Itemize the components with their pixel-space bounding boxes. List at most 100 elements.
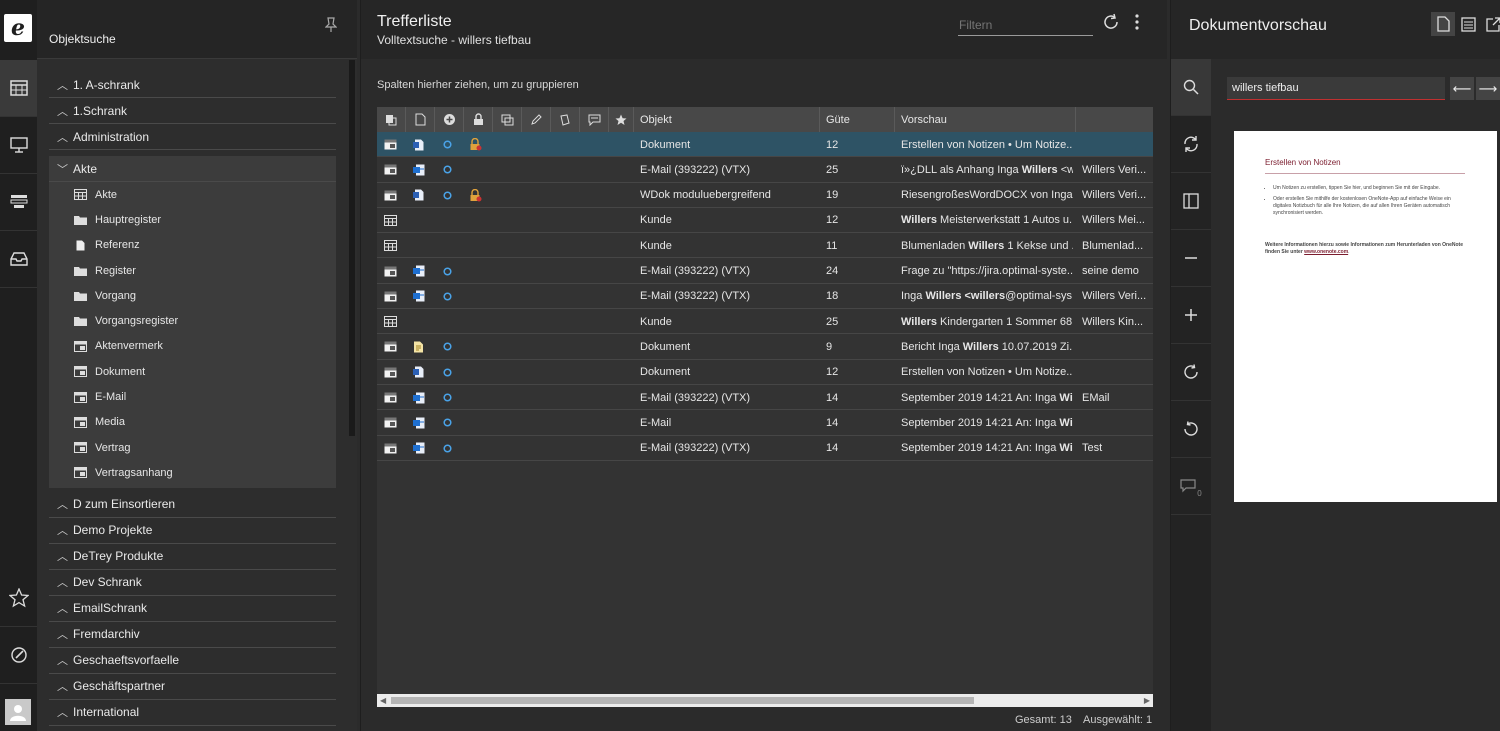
- zoom-out-icon[interactable]: [1171, 230, 1211, 287]
- col-notes-icon[interactable]: [551, 107, 580, 132]
- tree-child-vertrag[interactable]: Vertrag: [49, 435, 336, 460]
- cell-vorschau: September 2019 14:21 An: Inga Wi...: [901, 442, 1073, 455]
- grid-horizontal-scrollbar[interactable]: ◀ ▶: [377, 694, 1153, 707]
- tree-node[interactable]: ︿ Geschäftspartner: [49, 674, 336, 700]
- edit-circle-icon[interactable]: [0, 627, 37, 684]
- tree-child-referenz[interactable]: Referenz: [49, 233, 336, 258]
- arrow-right-icon[interactable]: ⟶: [1476, 77, 1500, 100]
- col-type-icon[interactable]: [377, 107, 406, 132]
- col-extra-header[interactable]: [1076, 107, 1153, 132]
- table-row[interactable]: WDok moduluebergreifend 19 RiesengroßesWor…: [377, 183, 1153, 208]
- table-icon[interactable]: [0, 60, 37, 117]
- refresh-icon[interactable]: [1102, 13, 1120, 36]
- star-icon[interactable]: [0, 570, 37, 627]
- result-list-panel: Trefferliste Volltextsuche - willers tie…: [360, 0, 1167, 731]
- index-data-icon[interactable]: [1456, 12, 1480, 36]
- total-count: Gesamt: 13: [1015, 714, 1072, 726]
- tree-child-vorgangsregister[interactable]: Vorgangsregister: [49, 308, 336, 333]
- col-guete-header[interactable]: Güte: [820, 107, 895, 132]
- tree-node[interactable]: ︿ Administration: [49, 124, 336, 150]
- word-document-icon: [413, 183, 424, 208]
- tree-node[interactable]: ︿ Geschaeftsvorfaelle: [49, 648, 336, 674]
- tree-node[interactable]: ︿ Demo Projekte: [49, 518, 336, 544]
- app-logo[interactable]: e: [4, 14, 32, 42]
- chevron-up-icon: ︿: [57, 629, 68, 642]
- cell-extra: Willers Kin...: [1082, 315, 1144, 328]
- cell-guete: 12: [826, 366, 839, 379]
- open-external-icon[interactable]: [1481, 12, 1500, 36]
- form-icon: [384, 284, 397, 309]
- inbox-icon[interactable]: [0, 231, 37, 288]
- search-icon[interactable]: [1171, 59, 1211, 116]
- tree-node-akte[interactable]: ﹀ Akte: [49, 156, 336, 182]
- table-row[interactable]: Kunde 12 Willers Meisterwerkstatt 1 Autos …: [377, 208, 1153, 234]
- tree-node[interactable]: ︿ 1.Schrank: [49, 98, 336, 124]
- col-copy-icon[interactable]: [493, 107, 522, 132]
- tree-child-vorgang[interactable]: Vorgang: [49, 283, 336, 308]
- table-row[interactable]: E-Mail (393222) (VTX) 14 September 2019 14…: [377, 385, 1153, 411]
- tree-child-dokument[interactable]: Dokument: [49, 359, 336, 384]
- col-star-icon[interactable]: [609, 107, 634, 132]
- tree-scrollbar[interactable]: [349, 60, 355, 436]
- stack-icon[interactable]: [0, 174, 37, 231]
- tree-node[interactable]: ︿ International: [49, 700, 336, 726]
- zoom-in-icon[interactable]: [1171, 287, 1211, 344]
- tree-child-aktenvermerk[interactable]: Aktenvermerk: [49, 334, 336, 359]
- tree-node[interactable]: ︿ DeTrey Produkte: [49, 544, 336, 570]
- col-objekt-header[interactable]: Objekt: [634, 107, 820, 132]
- tree-child-media[interactable]: Media: [49, 410, 336, 435]
- table-icon: [384, 208, 397, 233]
- tree-child-hauptregister[interactable]: Hauptregister: [49, 207, 336, 232]
- tree-node[interactable]: ︿ Fremdarchiv: [49, 622, 336, 648]
- comments-icon[interactable]: 0: [1171, 458, 1211, 515]
- pin-icon[interactable]: [324, 17, 338, 38]
- table-row[interactable]: Kunde 11 Blumenladen Willers 1 Kekse und .…: [377, 233, 1153, 259]
- col-plus-circle-icon[interactable]: [435, 107, 464, 132]
- col-lock-icon[interactable]: [464, 107, 493, 132]
- table-row[interactable]: E-Mail 14 September 2019 14:21 An: Inga Wi…: [377, 410, 1153, 436]
- table-row[interactable]: Kunde 25 Willers Kindergarten 1 Sommer 68.…: [377, 309, 1153, 335]
- sync-icon[interactable]: [1171, 116, 1211, 173]
- tree-child-e-mail[interactable]: E-Mail: [49, 384, 336, 409]
- monitor-icon[interactable]: [0, 117, 37, 174]
- tree-node[interactable]: ︿ 1. A-schrank: [49, 72, 336, 98]
- doc-bullet: Oder erstellen Sie mithilfe der kostenlo…: [1273, 196, 1468, 217]
- table-row[interactable]: Dokument 12 Erstellen von Notizen • Um Not…: [377, 132, 1153, 158]
- sidebar-toggle-icon[interactable]: [1171, 173, 1211, 230]
- tree-child-vertragsanhang[interactable]: Vertragsanhang: [49, 460, 336, 485]
- table-row[interactable]: E-Mail (393222) (VTX) 25 ï»¿DLL als Anhang…: [377, 157, 1153, 183]
- table-row[interactable]: Dokument 12 Erstellen von Notizen • Um Not…: [377, 360, 1153, 385]
- table-row[interactable]: E-Mail (393222) (VTX) 14 September 2019 14…: [377, 436, 1153, 461]
- col-document-icon[interactable]: [406, 107, 435, 132]
- table-row[interactable]: E-Mail (393222) (VTX) 18 Inga Willers <wil…: [377, 284, 1153, 310]
- preview-search-input[interactable]: [1227, 77, 1445, 100]
- document-view-icon[interactable]: [1431, 12, 1455, 36]
- scroll-left-icon[interactable]: ◀: [380, 696, 386, 705]
- doc-link[interactable]: www.onenote.com: [1304, 249, 1348, 255]
- tree-node[interactable]: ︿ D zum Einsortieren: [49, 492, 336, 518]
- cell-extra: Blumenlad...: [1082, 239, 1144, 252]
- tree-node[interactable]: ︿ EmailSchrank: [49, 596, 336, 622]
- status-circle-icon: [443, 334, 452, 359]
- tree-node[interactable]: ︿ Dev Schrank: [49, 570, 336, 596]
- group-drop-zone[interactable]: Spalten hierher ziehen, um zu gruppieren: [377, 79, 579, 91]
- cell-extra: Willers Mei...: [1082, 214, 1145, 227]
- scroll-right-icon[interactable]: ▶: [1144, 696, 1150, 705]
- col-comment-icon[interactable]: [580, 107, 609, 132]
- rotate-right-icon[interactable]: [1171, 344, 1211, 401]
- tree-child-akte[interactable]: Akte: [49, 182, 336, 207]
- col-pencil-icon[interactable]: [522, 107, 551, 132]
- table-row[interactable]: Dokument 9 Bericht Inga Willers 10.07.2019…: [377, 334, 1153, 360]
- col-vorschau-header[interactable]: Vorschau: [895, 107, 1076, 132]
- table-row[interactable]: E-Mail (393222) (VTX) 24 Frage zu "https:/…: [377, 259, 1153, 284]
- filter-input[interactable]: [958, 14, 1093, 36]
- scrollbar-thumb[interactable]: [391, 697, 974, 704]
- form-icon: [384, 385, 397, 410]
- tree-child-register[interactable]: Register: [49, 258, 336, 283]
- folder-icon: [73, 290, 87, 302]
- chevron-up-icon: ︿: [57, 79, 68, 92]
- more-vertical-icon[interactable]: [1134, 14, 1140, 35]
- rotate-left-icon[interactable]: [1171, 401, 1211, 458]
- user-icon[interactable]: [5, 699, 31, 725]
- arrow-left-icon[interactable]: ⟵: [1450, 77, 1474, 100]
